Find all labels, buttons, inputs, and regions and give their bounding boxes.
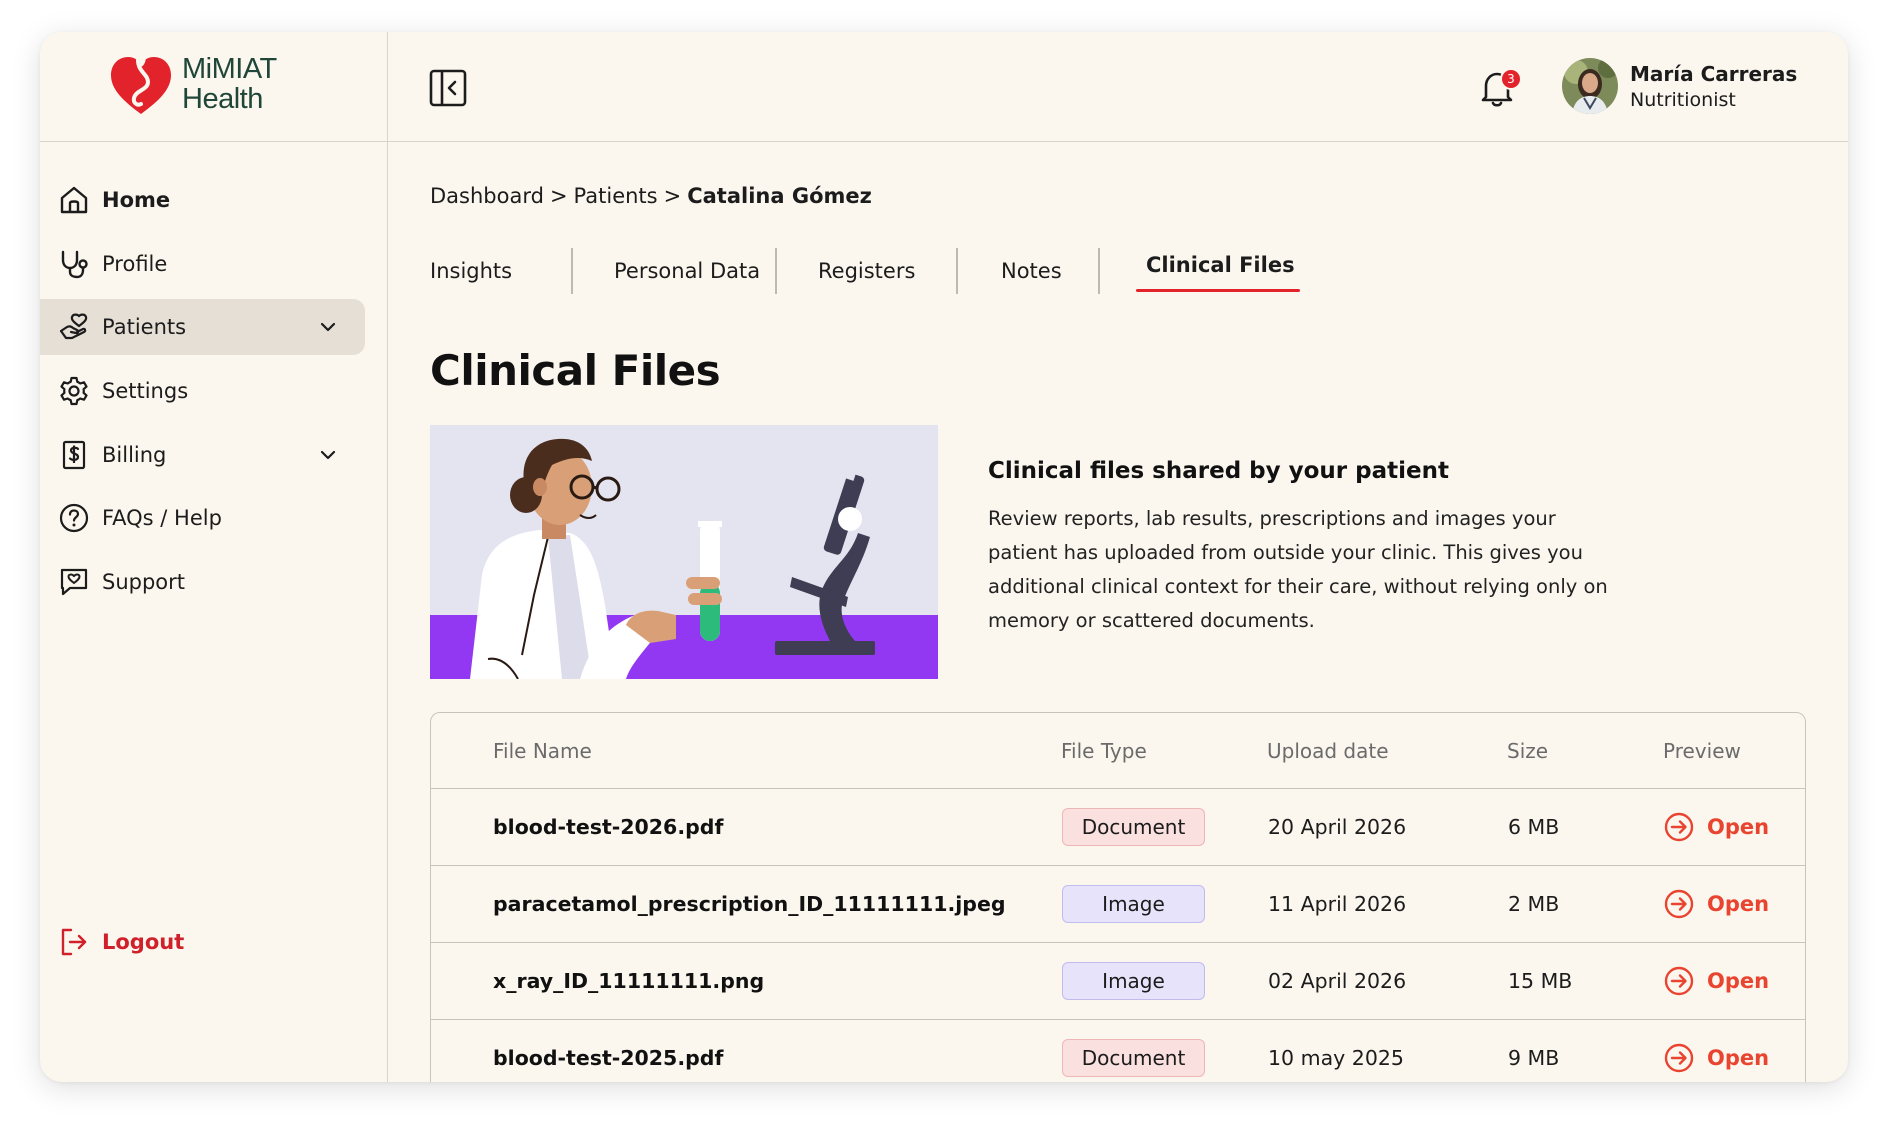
user-role: Nutritionist [1630, 89, 1736, 111]
open-file-button[interactable]: Open [1663, 943, 1769, 1019]
file-name: blood-test-2026.pdf [493, 815, 724, 839]
table-row: blood-test-2025.pdf Document 10 may 2025… [431, 1019, 1805, 1082]
column-header-upload-date: Upload date [1267, 739, 1389, 763]
chevron-down-icon[interactable] [318, 317, 338, 337]
sidebar-item-home[interactable]: Home [40, 172, 365, 228]
breadcrumb-separator: > [663, 184, 682, 208]
breadcrumb: Dashboard > Patients > Catalina Gómez [430, 184, 872, 208]
logout-icon [61, 928, 87, 956]
heart-logo-icon [111, 56, 171, 114]
avatar[interactable] [1562, 58, 1618, 114]
open-file-button[interactable]: Open [1663, 866, 1769, 942]
open-label: Open [1707, 969, 1770, 993]
arrow-right-circle-icon [1664, 1043, 1694, 1073]
breadcrumb-link-dashboard[interactable]: Dashboard [430, 184, 544, 208]
logout-button[interactable]: Logout [40, 914, 365, 970]
question-circle-icon [59, 503, 89, 533]
tab-personal-data[interactable]: Personal Data [614, 248, 760, 294]
column-header-file-type: File Type [1061, 739, 1147, 763]
table-row: blood-test-2026.pdf Document 20 April 20… [431, 788, 1805, 865]
notification-badge: 3 [1500, 68, 1522, 90]
open-label: Open [1707, 1046, 1770, 1070]
sidebar-item-profile[interactable]: Profile [40, 236, 365, 292]
sidebar-item-label: Profile [102, 252, 168, 276]
tab-clinical-files[interactable]: Clinical Files [1146, 242, 1295, 288]
tab-insights[interactable]: Insights [430, 248, 512, 294]
table-row: x_ray_ID_11111111.png Image 02 April 202… [431, 942, 1805, 1019]
hand-heart-icon [59, 313, 88, 340]
open-label: Open [1707, 815, 1770, 839]
tab-divider [1098, 248, 1100, 294]
arrow-right-circle-icon [1664, 812, 1694, 842]
open-file-button[interactable]: Open [1663, 789, 1769, 865]
stethoscope-icon [61, 250, 88, 279]
file-name: paracetamol_prescription_ID_11111111.jpe… [493, 892, 1006, 916]
sidebar-item-label: Patients [102, 315, 187, 339]
doctor-microscope-illustration [430, 425, 938, 679]
logo-area: MiMIAT Health [40, 32, 388, 142]
file-type-badge: Document [1062, 808, 1205, 846]
home-icon [60, 186, 88, 214]
sidebar-item-faqs-help[interactable]: FAQs / Help [40, 490, 365, 546]
column-header-size: Size [1507, 739, 1549, 763]
breadcrumb-current: Catalina Gómez [687, 184, 872, 208]
avatar-photo [1562, 58, 1618, 114]
logo-text-line1: MiMIAT [182, 53, 277, 85]
tab-divider [956, 248, 958, 294]
gear-icon [60, 376, 88, 406]
breadcrumb-link-patients[interactable]: Patients [574, 184, 658, 208]
column-header-file-name: File Name [493, 739, 592, 763]
clinical-files-table: File Name File Type Upload date Size Pre… [430, 712, 1806, 1082]
upload-date: 20 April 2026 [1268, 815, 1407, 839]
file-type-badge: Image [1062, 885, 1205, 923]
info-description: Review reports, lab results, prescriptio… [988, 507, 1608, 632]
sidebar-item-patients[interactable]: Patients [40, 299, 365, 355]
app-window: MiMIAT Health 3 María Carreras Nutrition… [40, 32, 1848, 1082]
sidebar-collapse-icon[interactable] [428, 68, 468, 108]
top-bar: MiMIAT Health 3 María Carreras Nutrition… [40, 32, 1848, 142]
tab-registers[interactable]: Registers [818, 248, 915, 294]
logo-text-line2: Health [182, 83, 263, 115]
chevron-down-icon[interactable] [318, 445, 338, 465]
file-size: 6 MB [1508, 815, 1560, 839]
user-name: María Carreras [1630, 62, 1798, 86]
sidebar-item-billing[interactable]: Billing [40, 427, 365, 483]
column-header-preview: Preview [1663, 739, 1741, 763]
tab-bar: Insights Personal Data Registers Notes C… [430, 248, 1530, 294]
open-file-button[interactable]: Open [1663, 1020, 1769, 1082]
file-type-badge: Document [1062, 1039, 1205, 1077]
table-row: paracetamol_prescription_ID_11111111.jpe… [431, 865, 1805, 942]
file-size: 15 MB [1508, 969, 1573, 993]
chat-heart-icon [60, 568, 88, 596]
arrow-right-circle-icon [1664, 889, 1694, 919]
file-name: blood-test-2025.pdf [493, 1046, 724, 1070]
file-type-badge: Image [1062, 962, 1205, 1000]
upload-date: 11 April 2026 [1268, 892, 1407, 916]
tab-divider [571, 248, 573, 294]
file-size: 9 MB [1508, 1046, 1560, 1070]
sidebar: Home Profile Patients Settings Billing F… [40, 142, 388, 1082]
upload-date: 10 may 2025 [1268, 1046, 1404, 1070]
sidebar-item-label: FAQs / Help [102, 506, 222, 530]
sidebar-item-label: Billing [102, 443, 167, 467]
invoice-dollar-icon [62, 440, 86, 470]
sidebar-item-support[interactable]: Support [40, 554, 365, 610]
breadcrumb-separator: > [549, 184, 568, 208]
upload-date: 02 April 2026 [1268, 969, 1407, 993]
active-tab-indicator [1136, 289, 1300, 292]
file-name: x_ray_ID_11111111.png [493, 969, 765, 993]
info-heading: Clinical files shared by your patient [988, 458, 1449, 484]
open-label: Open [1707, 892, 1770, 916]
page-title: Clinical Files [430, 346, 721, 395]
tab-divider [775, 248, 777, 294]
sidebar-item-label: Support [102, 570, 186, 594]
logout-label: Logout [102, 930, 185, 954]
logo-text: MiMIAT Health [182, 54, 277, 114]
sidebar-item-settings[interactable]: Settings [40, 363, 365, 419]
arrow-right-circle-icon [1664, 966, 1694, 996]
sidebar-item-label: Settings [102, 379, 189, 403]
file-size: 2 MB [1508, 892, 1560, 916]
tab-notes[interactable]: Notes [1001, 248, 1062, 294]
sidebar-item-label: Home [102, 188, 171, 212]
